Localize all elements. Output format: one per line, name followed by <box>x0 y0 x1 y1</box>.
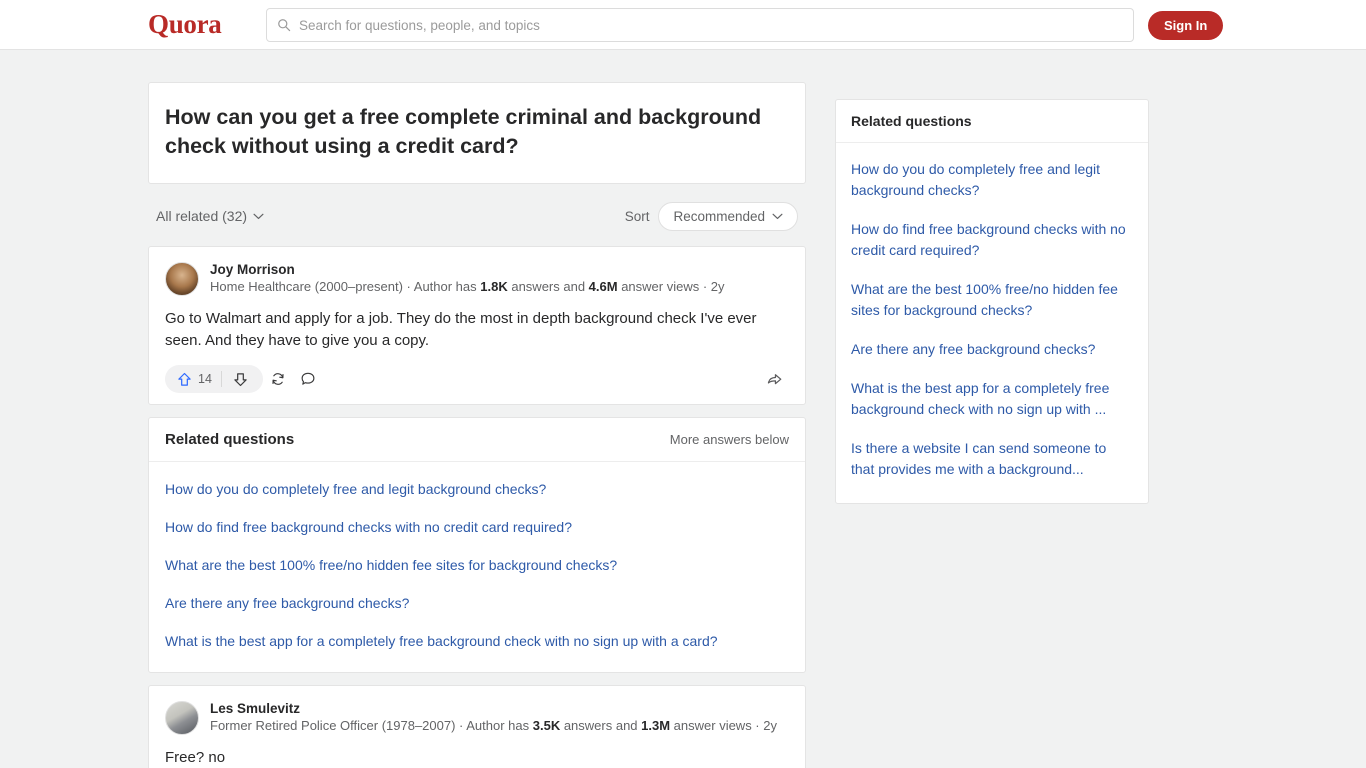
sort-dropdown[interactable]: Recommended <box>658 201 798 231</box>
answer-action-bar: 14 <box>165 364 789 394</box>
search-bar[interactable] <box>266 8 1134 42</box>
page-body: How can you get a free complete criminal… <box>0 50 1366 768</box>
credential-mid: answers and <box>507 279 589 294</box>
sidebar-question-link[interactable]: Is there a website I can send someone to… <box>851 429 1133 489</box>
author-credential: Former Retired Police Officer (1978–2007… <box>210 717 777 735</box>
answers-count: 1.8K <box>480 279 508 294</box>
answer-text: Free? no No need for credit card, sure C… <box>165 747 789 768</box>
author-credential: Home Healthcare (2000–present) · Author … <box>210 278 725 296</box>
sidebar-list: How do you do completely free and legit … <box>836 143 1148 503</box>
site-header: Quora Sign In <box>0 0 1366 50</box>
author-name[interactable]: Joy Morrison <box>210 261 725 278</box>
sidebar-question-link[interactable]: How do you do completely free and legit … <box>851 150 1133 210</box>
main-column: How can you get a free complete criminal… <box>148 82 806 768</box>
upvote-count: 14 <box>198 372 212 386</box>
credential-suffix: answer views · 2y <box>670 718 777 733</box>
comment-bubble-icon <box>301 372 315 385</box>
sort-value: Recommended <box>673 208 765 224</box>
related-questions-title: Related questions <box>165 431 295 448</box>
share-arrow-icon <box>767 373 781 384</box>
answer-card: Les Smulevitz Former Retired Police Offi… <box>148 685 806 768</box>
quora-logo[interactable]: Quora <box>148 9 222 40</box>
chevron-down-icon <box>772 213 783 219</box>
related-questions-header: Related questions More answers below <box>149 418 805 462</box>
question-card: How can you get a free complete criminal… <box>148 82 806 184</box>
sidebar-question-link[interactable]: How do find free background checks with … <box>851 210 1133 270</box>
sidebar-related-questions-card: Related questions How do you do complete… <box>835 99 1149 504</box>
answer-paragraph: Go to Walmart and apply for a job. They … <box>165 310 757 349</box>
author-row: Joy Morrison Home Healthcare (2000–prese… <box>165 261 789 296</box>
credential-suffix: answer views · 2y <box>617 279 725 294</box>
sign-in-button[interactable]: Sign In <box>1148 11 1224 40</box>
related-question-link[interactable]: Are there any free background checks? <box>165 584 789 622</box>
avatar[interactable] <box>165 700 199 735</box>
downvote-button[interactable] <box>222 365 259 393</box>
author-name[interactable]: Les Smulevitz <box>210 700 777 717</box>
share-button[interactable] <box>759 365 789 393</box>
answer-paragraph: Free? no <box>165 749 226 766</box>
credential-prefix: Former Retired Police Officer (1978–2007… <box>210 718 533 733</box>
credential-mid: answers and <box>560 718 642 733</box>
related-question-link[interactable]: What are the best 100% free/no hidden fe… <box>165 546 789 584</box>
answers-count: 3.5K <box>532 718 561 733</box>
comment-button[interactable] <box>293 365 323 393</box>
author-info: Les Smulevitz Former Retired Police Offi… <box>210 700 777 735</box>
author-info: Joy Morrison Home Healthcare (2000–prese… <box>210 261 725 296</box>
upvote-arrow-icon <box>178 372 191 386</box>
vote-pill: 14 <box>165 365 263 393</box>
answer-text: Go to Walmart and apply for a job. They … <box>165 308 789 352</box>
related-question-link[interactable]: How do find free background checks with … <box>165 508 789 546</box>
filter-sort-bar: All related (32) Sort Recommended <box>148 196 806 236</box>
related-questions-card: Related questions More answers below How… <box>148 417 806 673</box>
upvote-button[interactable]: 14 <box>169 365 221 393</box>
all-related-dropdown[interactable]: All related (32) <box>156 208 264 224</box>
more-answers-below-label[interactable]: More answers below <box>670 432 789 447</box>
views-count: 4.6M <box>588 279 618 294</box>
related-question-link[interactable]: How do you do completely free and legit … <box>165 470 789 508</box>
sort-label: Sort <box>624 208 650 224</box>
sidebar-column: Related questions How do you do complete… <box>835 99 1149 516</box>
sidebar-question-link[interactable]: What are the best 100% free/no hidden fe… <box>851 270 1133 330</box>
page-title: How can you get a free complete criminal… <box>165 105 762 158</box>
repost-icon <box>272 373 284 385</box>
answer-content: Joy Morrison Home Healthcare (2000–prese… <box>149 247 805 404</box>
sort-group: Sort Recommended <box>624 201 798 231</box>
all-related-label: All related (32) <box>156 208 248 224</box>
views-count: 1.3M <box>641 718 671 733</box>
related-questions-list: How do you do completely free and legit … <box>149 462 805 672</box>
chevron-down-icon <box>253 213 264 219</box>
search-icon <box>278 19 291 32</box>
answer-content: Les Smulevitz Former Retired Police Offi… <box>149 686 805 768</box>
related-question-link[interactable]: What is the best app for a completely fr… <box>165 622 789 660</box>
sidebar-question-link[interactable]: What is the best app for a completely fr… <box>851 369 1133 429</box>
search-input[interactable] <box>299 17 1123 33</box>
repost-button[interactable] <box>263 365 293 393</box>
sidebar-question-link[interactable]: Are there any free background checks? <box>851 330 1133 369</box>
author-row: Les Smulevitz Former Retired Police Offi… <box>165 700 789 735</box>
avatar[interactable] <box>165 261 199 296</box>
downvote-arrow-icon <box>234 372 247 386</box>
sidebar-title: Related questions <box>836 100 1148 143</box>
credential-prefix: Home Healthcare (2000–present) · Author … <box>210 279 481 294</box>
answer-card: Joy Morrison Home Healthcare (2000–prese… <box>148 246 806 405</box>
